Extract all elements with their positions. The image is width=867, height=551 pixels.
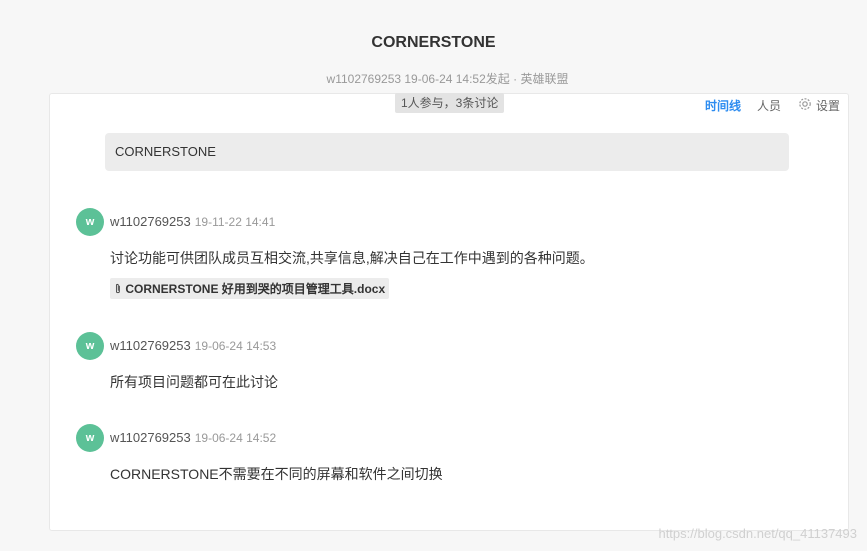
paperclip-icon xyxy=(114,282,125,296)
attachment-name: CORNERSTONE 好用到哭的项目管理工具.docx xyxy=(125,282,386,296)
message-header: w1102769253 19-06-24 14:52 xyxy=(110,430,276,445)
discussion-card: 1人参与，3条讨论 时间线 人员 设置 CORNERSTONE w w11027… xyxy=(49,93,849,531)
message-time: 19-06-24 14:52 xyxy=(194,431,277,445)
message-time: 19-11-22 14:41 xyxy=(194,215,276,229)
avatar[interactable]: w xyxy=(76,332,104,360)
avatar[interactable]: w xyxy=(76,208,104,236)
author-name[interactable]: w1102769253 xyxy=(110,430,191,445)
gear-icon xyxy=(797,96,813,116)
tab-bar: 时间线 人员 设置 xyxy=(689,96,840,116)
attachment-link[interactable]: CORNERSTONE 好用到哭的项目管理工具.docx xyxy=(110,278,390,299)
message-body: 所有项目问题都可在此讨论 xyxy=(110,374,278,390)
tab-settings-label: 设置 xyxy=(815,99,840,113)
message-header: w1102769253 19-11-22 14:41 xyxy=(110,214,275,229)
message-body: CORNERSTONE不需要在不同的屏幕和软件之间切换 xyxy=(110,466,443,482)
participants-badge: 1人参与，3条讨论 xyxy=(395,93,505,113)
page-meta: w1102769253 19-06-24 14:52发起 · 英雄联盟 xyxy=(326,72,569,86)
page-title: CORNERSTONE xyxy=(371,34,496,51)
watermark: https://blog.csdn.net/qq_41137493 xyxy=(658,526,857,541)
tab-timeline[interactable]: 时间线 xyxy=(705,98,741,114)
message-time: 19-06-24 14:53 xyxy=(194,339,277,353)
topic-box: CORNERSTONE xyxy=(105,133,789,171)
message-body: 讨论功能可供团队成员互相交流,共享信息,解决自己在工作中遇到的各种问题。 xyxy=(110,250,594,266)
author-name[interactable]: w1102769253 xyxy=(110,214,191,229)
author-name[interactable]: w1102769253 xyxy=(110,338,191,353)
tab-members[interactable]: 人员 xyxy=(757,98,781,114)
tab-settings[interactable]: 设置 xyxy=(797,96,840,116)
avatar[interactable]: w xyxy=(76,424,104,452)
message-header: w1102769253 19-06-24 14:53 xyxy=(110,338,276,353)
